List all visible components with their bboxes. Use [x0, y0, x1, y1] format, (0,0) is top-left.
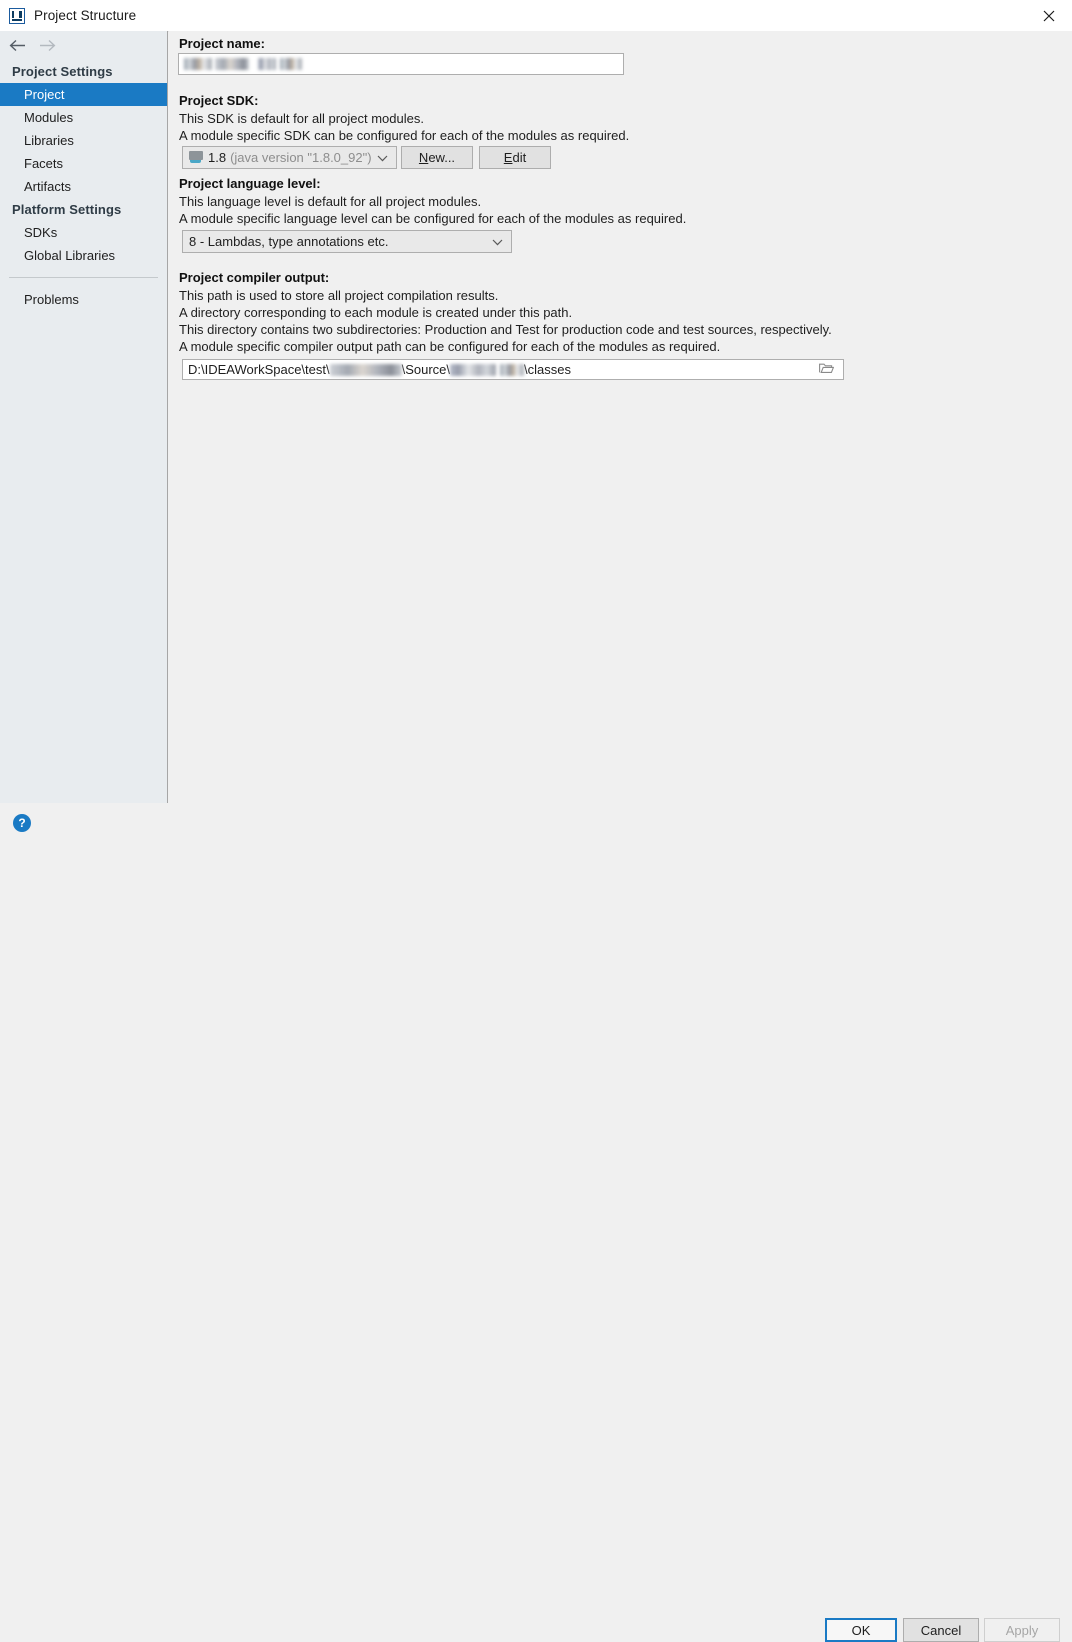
language-level-desc-1: This language level is default for all p… [179, 194, 482, 209]
compiler-output-desc-3: This directory contains two subdirectori… [179, 322, 832, 337]
sidebar-item-global-libraries[interactable]: Global Libraries [0, 244, 167, 267]
compiler-output-path-prefix: D:\IDEAWorkSpace\test\ [188, 362, 330, 377]
project-sdk-desc-1: This SDK is default for all project modu… [179, 111, 424, 126]
redacted-text [215, 58, 249, 70]
project-name-label: Project name: [179, 36, 265, 51]
sidebar-item-facets[interactable]: Facets [0, 152, 167, 175]
project-sdk-dropdown[interactable]: 1.8 (java version "1.8.0_92") [182, 146, 397, 169]
sidebar-item-libraries[interactable]: Libraries [0, 129, 167, 152]
dialog-footer: ? OK Cancel Apply [0, 803, 1072, 1642]
help-question-icon[interactable]: ? [13, 814, 31, 832]
language-level-desc-2: A module specific language level can be … [179, 211, 687, 226]
window-titlebar: Project Structure [0, 0, 1072, 32]
settings-sidebar: Project Settings Project Modules Librari… [0, 31, 168, 803]
sidebar-group-project-settings: Project Settings [12, 64, 113, 79]
chevron-down-icon [492, 234, 503, 249]
sidebar-item-modules[interactable]: Modules [0, 106, 167, 129]
redacted-text [450, 363, 497, 376]
sdk-new-button[interactable]: New... [401, 146, 473, 169]
arrow-right-icon[interactable] [39, 39, 56, 52]
sdk-edit-label: dit [512, 150, 527, 165]
sdk-new-label: ew... [428, 150, 456, 165]
redacted-text [329, 363, 402, 376]
sidebar-divider [9, 277, 158, 278]
language-level-value: 8 - Lambdas, type annotations etc. [189, 234, 389, 249]
project-sdk-detail: (java version "1.8.0_92") [230, 150, 372, 165]
sdk-module-icon [189, 151, 204, 164]
project-name-input[interactable] [178, 53, 624, 75]
arrow-left-icon[interactable] [9, 39, 26, 52]
redacted-text [500, 363, 525, 376]
sdk-new-mnemonic: N [418, 150, 429, 165]
project-sdk-label: Project SDK: [179, 93, 259, 108]
compiler-output-path-middle: \Source\ [401, 362, 451, 377]
folder-browse-icon[interactable] [819, 362, 835, 377]
sidebar-item-project[interactable]: Project [0, 83, 167, 106]
sidebar-item-sdks[interactable]: SDKs [0, 221, 167, 244]
compiler-output-desc-2: A directory corresponding to each module… [179, 305, 573, 320]
apply-button: Apply [984, 1618, 1060, 1642]
sidebar-item-problems[interactable]: Problems [0, 288, 167, 311]
project-sdk-version: 1.8 [208, 150, 227, 165]
sdk-edit-button[interactable]: Edit [479, 146, 551, 169]
ok-button[interactable]: OK [825, 1618, 897, 1642]
language-level-label: Project language level: [179, 176, 321, 191]
navigation-arrows [0, 31, 167, 60]
sidebar-group-platform-settings: Platform Settings [12, 202, 122, 217]
window-title: Project Structure [34, 8, 137, 23]
redacted-text [280, 58, 302, 70]
close-icon[interactable] [1026, 0, 1072, 31]
chevron-down-icon [377, 150, 388, 165]
project-settings-panel: Project name: Project SDK: This SDK is d… [169, 31, 1072, 803]
project-sdk-desc-2: A module specific SDK can be configured … [179, 128, 630, 143]
compiler-output-desc-4: A module specific compiler output path c… [179, 339, 721, 354]
compiler-output-path-input[interactable]: D:\IDEAWorkSpace\test\ \Source\ \classes [182, 359, 844, 380]
cancel-button[interactable]: Cancel [903, 1618, 979, 1642]
redacted-text [258, 58, 276, 70]
intellij-idea-icon [9, 7, 25, 24]
compiler-output-path-suffix: \classes [524, 362, 571, 377]
redacted-text [184, 58, 212, 70]
compiler-output-label: Project compiler output: [179, 270, 330, 285]
sidebar-item-artifacts[interactable]: Artifacts [0, 175, 167, 198]
compiler-output-desc-1: This path is used to store all project c… [179, 288, 499, 303]
language-level-dropdown[interactable]: 8 - Lambdas, type annotations etc. [182, 230, 512, 253]
